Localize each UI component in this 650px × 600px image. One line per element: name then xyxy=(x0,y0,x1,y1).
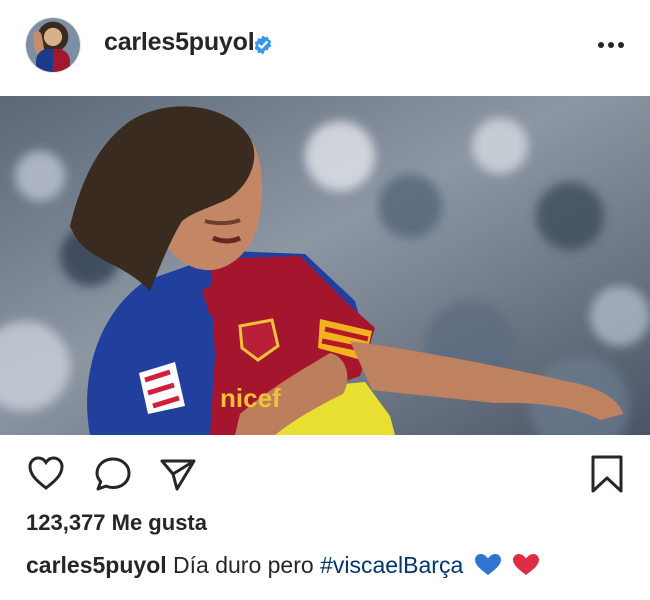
like-count[interactable]: 123,377 Me gusta xyxy=(26,510,207,536)
avatar-shirt xyxy=(36,49,70,72)
football-player-photo: nicef xyxy=(0,96,650,435)
verified-badge-icon xyxy=(254,35,272,55)
bookmark-icon[interactable] xyxy=(586,453,628,495)
red-heart-emoji-icon xyxy=(513,554,540,575)
like-heart-icon[interactable] xyxy=(25,453,67,495)
post-header: carles5puyol xyxy=(0,0,650,95)
post-photo[interactable]: nicef xyxy=(0,96,650,435)
caption-text: Día duro pero xyxy=(173,552,314,578)
action-bar xyxy=(0,445,650,503)
svg-text:nicef: nicef xyxy=(220,383,281,413)
blue-heart-emoji-icon xyxy=(474,554,501,575)
hashtag-link[interactable]: #viscaelBarça xyxy=(320,552,463,578)
post-username[interactable]: carles5puyol xyxy=(104,28,255,57)
profile-avatar[interactable] xyxy=(26,18,80,72)
more-options-icon[interactable] xyxy=(596,31,626,59)
comment-icon[interactable] xyxy=(92,453,134,495)
cutoff-comments-line xyxy=(26,590,276,600)
share-icon[interactable] xyxy=(157,453,199,495)
caption-username[interactable]: carles5puyol xyxy=(26,552,167,578)
post-caption: carles5puyol Día duro pero #viscaelBarça xyxy=(26,552,540,579)
